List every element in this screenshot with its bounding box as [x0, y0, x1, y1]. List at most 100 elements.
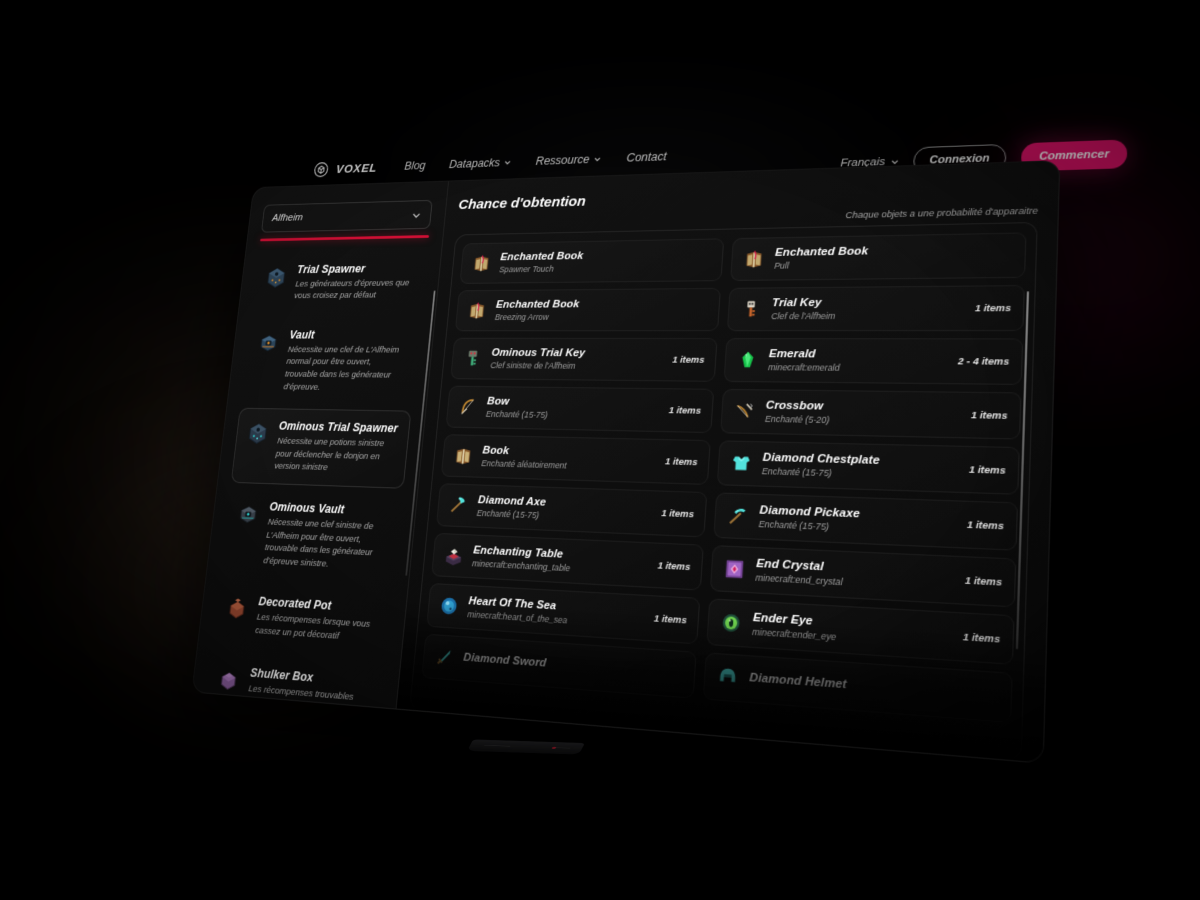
- loot-item[interactable]: Ender Eye minecraft:ender_eye 1 items: [706, 598, 1015, 665]
- loot-item-name: End Crystal: [755, 557, 824, 574]
- loot-item-text: Enchanted Book Breezing Arrow: [495, 298, 699, 322]
- loot-item[interactable]: Diamond Axe Enchanté (15-75) 1 items: [436, 483, 708, 538]
- loot-item-sub: Enchanté (15-75): [476, 508, 540, 521]
- loot-item[interactable]: Enchanted Book Pull: [730, 232, 1027, 281]
- loot-item-count: 1 items: [974, 302, 1012, 314]
- loot-item[interactable]: Diamond Sword: [421, 633, 697, 699]
- loot-item-text: Emerald minecraft:emerald: [768, 348, 948, 374]
- loot-item-text: Heart Of The Sea minecraft:heart_of_the_…: [467, 595, 645, 630]
- sidebar-item-text: Ominous Trial Spawner Nécessite une poti…: [274, 420, 400, 477]
- dimension-select-value: Alfheim: [271, 212, 304, 224]
- diamond-axe-icon: [448, 494, 470, 516]
- loot-item-sub: Clef de l'Alfheim: [770, 310, 836, 322]
- loot-item-count: 1 items: [968, 463, 1006, 477]
- end-crystal-icon: [725, 560, 744, 579]
- shulker-box-icon: [215, 665, 241, 694]
- nav-link-blog[interactable]: Blog: [404, 159, 426, 172]
- loot-item-name: Ominous Trial Key: [491, 347, 586, 360]
- loot-item-text: End Crystal minecraft:end_crystal: [755, 558, 954, 594]
- loot-item-name: Enchanted Book: [499, 250, 584, 264]
- emerald-icon: [741, 351, 754, 368]
- loot-item[interactable]: Heart Of The Sea minecraft:heart_of_the_…: [426, 582, 701, 645]
- loot-item-count: 1 items: [962, 630, 1001, 646]
- nav-link-datapacks[interactable]: Datapacks: [449, 156, 512, 171]
- ender-eye-icon: [722, 613, 741, 633]
- trial-key-icon: [747, 301, 756, 317]
- sidebar-item-vault[interactable]: Vault Nécessite une clef de L'Alfheim no…: [240, 317, 420, 406]
- ominous-trial-spawner-icon: [245, 421, 271, 447]
- loot-item-count: 1 items: [657, 559, 691, 573]
- sidebar-item-shulker-box[interactable]: Shulker Box Les récompenses trouvables d…: [202, 651, 385, 709]
- loot-grid: Enchanted Book Spawner Touch Enchanted B…: [421, 232, 1027, 724]
- sidebar-item-decorated-pot[interactable]: Decorated Pot Les récompenses lorsque vo…: [211, 581, 393, 659]
- loot-item[interactable]: Enchanted Book Breezing Arrow: [454, 287, 721, 332]
- loot-item[interactable]: Crossbow Enchanté (5-20) 1 items: [720, 388, 1022, 440]
- loot-item[interactable]: Book Enchanté aléatoirement 1 items: [440, 434, 711, 485]
- loot-item-count: 1 items: [671, 354, 705, 366]
- sidebar-item-ominous-vault[interactable]: Ominous Vault Nécessite une clef sinistr…: [219, 487, 403, 586]
- loot-item-sub: Enchanté (15-75): [758, 518, 830, 533]
- vault-icon: [256, 330, 281, 355]
- nav-link-contact[interactable]: Contact: [626, 150, 667, 165]
- loot-item-text: Diamond Chestplate Enchanté (15-75): [762, 452, 959, 482]
- main-panel: Chance d'obtention Chaque objets a une p…: [395, 161, 1060, 763]
- loot-item[interactable]: End Crystal minecraft:end_crystal 1 item…: [709, 545, 1017, 608]
- loot-item[interactable]: Diamond Pickaxe Enchanté (15-75) 1 items: [713, 492, 1019, 551]
- device-base-detail: [553, 747, 571, 749]
- loot-item[interactable]: Bow Enchanté (15-75) 1 items: [445, 385, 715, 434]
- loot-item-text: Book Enchanté aléatoirement: [481, 445, 656, 473]
- sidebar-item-title: Ominous Vault: [268, 500, 345, 517]
- perspective-stage: VOXEL Blog Datapacks Ressource Contact F…: [0, 0, 1200, 900]
- loot-item[interactable]: Trial Key Clef de l'Alfheim 1 items: [726, 285, 1025, 332]
- nav-link-label: Datapacks: [448, 156, 501, 171]
- loot-item-sub: minecraft:end_crystal: [755, 572, 843, 588]
- loot-item-text: Trial Key Clef de l'Alfheim: [771, 296, 965, 321]
- main-scrollbar[interactable]: [1015, 291, 1030, 650]
- bow-icon: [457, 396, 478, 417]
- loot-item-sub: Pull: [774, 260, 790, 271]
- dimension-select[interactable]: Alfheim: [261, 199, 433, 233]
- loot-item-sub: minecraft:emerald: [767, 362, 841, 373]
- loot-item-text: Diamond Axe Enchanté (15-75): [476, 494, 652, 525]
- loot-item-sub: minecraft:heart_of_the_sea: [466, 609, 568, 626]
- loot-item-name: Enchanted Book: [495, 298, 580, 311]
- loot-item-count: 1 items: [660, 507, 695, 520]
- loot-item[interactable]: Diamond Chestplate Enchanté (15-75) 1 it…: [716, 440, 1020, 495]
- enchanted-book-icon: [469, 300, 485, 319]
- nav-links: Blog Datapacks Ressource Contact: [404, 150, 667, 172]
- chevron-down-icon: [504, 159, 512, 166]
- loot-item-text: Diamond Sword: [463, 652, 674, 682]
- book-icon: [455, 448, 471, 465]
- sidebar-item-text: Shulker Box Les récompenses trouvables d…: [246, 666, 374, 709]
- loot-item-sub: Enchanté (15-75): [761, 465, 832, 479]
- loot-item-text: Enchanted Book Spawner Touch: [499, 248, 702, 274]
- loot-item-name: Diamond Pickaxe: [759, 504, 861, 521]
- loot-item-sub: minecraft:enchanting_table: [471, 558, 571, 574]
- loot-item[interactable]: Emerald minecraft:emerald 2 - 4 items: [723, 338, 1024, 385]
- loot-item-text: Enchanting Table minecraft:enchanting_ta…: [472, 544, 649, 577]
- sidebar-item-trial-spawner[interactable]: Trial Spawner Les générateurs d'épreuves…: [251, 250, 427, 313]
- loot-item[interactable]: Ominous Trial Key Clef sinistre de l'Alf…: [450, 337, 718, 382]
- decorated-pot-icon: [224, 598, 250, 623]
- enchanting-table-icon: [445, 548, 462, 566]
- brand-logo[interactable]: VOXEL: [313, 159, 378, 178]
- loot-item[interactable]: Enchanted Book Spawner Touch: [459, 238, 725, 284]
- loot-item[interactable]: Diamond Helmet: [702, 652, 1013, 724]
- nav-link-ressource[interactable]: Ressource: [535, 152, 601, 168]
- loot-item-sub: Enchanté aléatoirement: [480, 458, 567, 471]
- loot-item-count: 1 items: [668, 404, 702, 417]
- diamond-helmet-icon: [719, 668, 736, 682]
- page-subtitle: Chaque objets a une probabilité d'appara…: [845, 205, 1039, 221]
- loot-item-text: Ender Eye minecraft:ender_eye: [752, 611, 952, 649]
- loot-item-sub: Breezing Arrow: [494, 312, 550, 322]
- diamond-sword-icon: [437, 650, 451, 665]
- nav-link-label: Contact: [626, 149, 668, 165]
- loot-item-sub: Clef sinistre de l'Alfheim: [490, 360, 576, 371]
- loot-item[interactable]: Enchanting Table minecraft:enchanting_ta…: [431, 532, 704, 591]
- loot-item-name: Diamond Helmet: [748, 671, 847, 692]
- ominous-vault-icon: [235, 501, 261, 528]
- sidebar-item-desc: Nécessite une clef sinistre de L'Alfheim…: [262, 516, 374, 570]
- sidebar-item-ominous-trial-spawner[interactable]: Ominous Trial Spawner Nécessite une poti…: [230, 407, 412, 489]
- loot-item-text: Enchanted Book Pull: [774, 243, 1002, 271]
- loot-item-sub: Enchanté (5-20): [764, 413, 830, 426]
